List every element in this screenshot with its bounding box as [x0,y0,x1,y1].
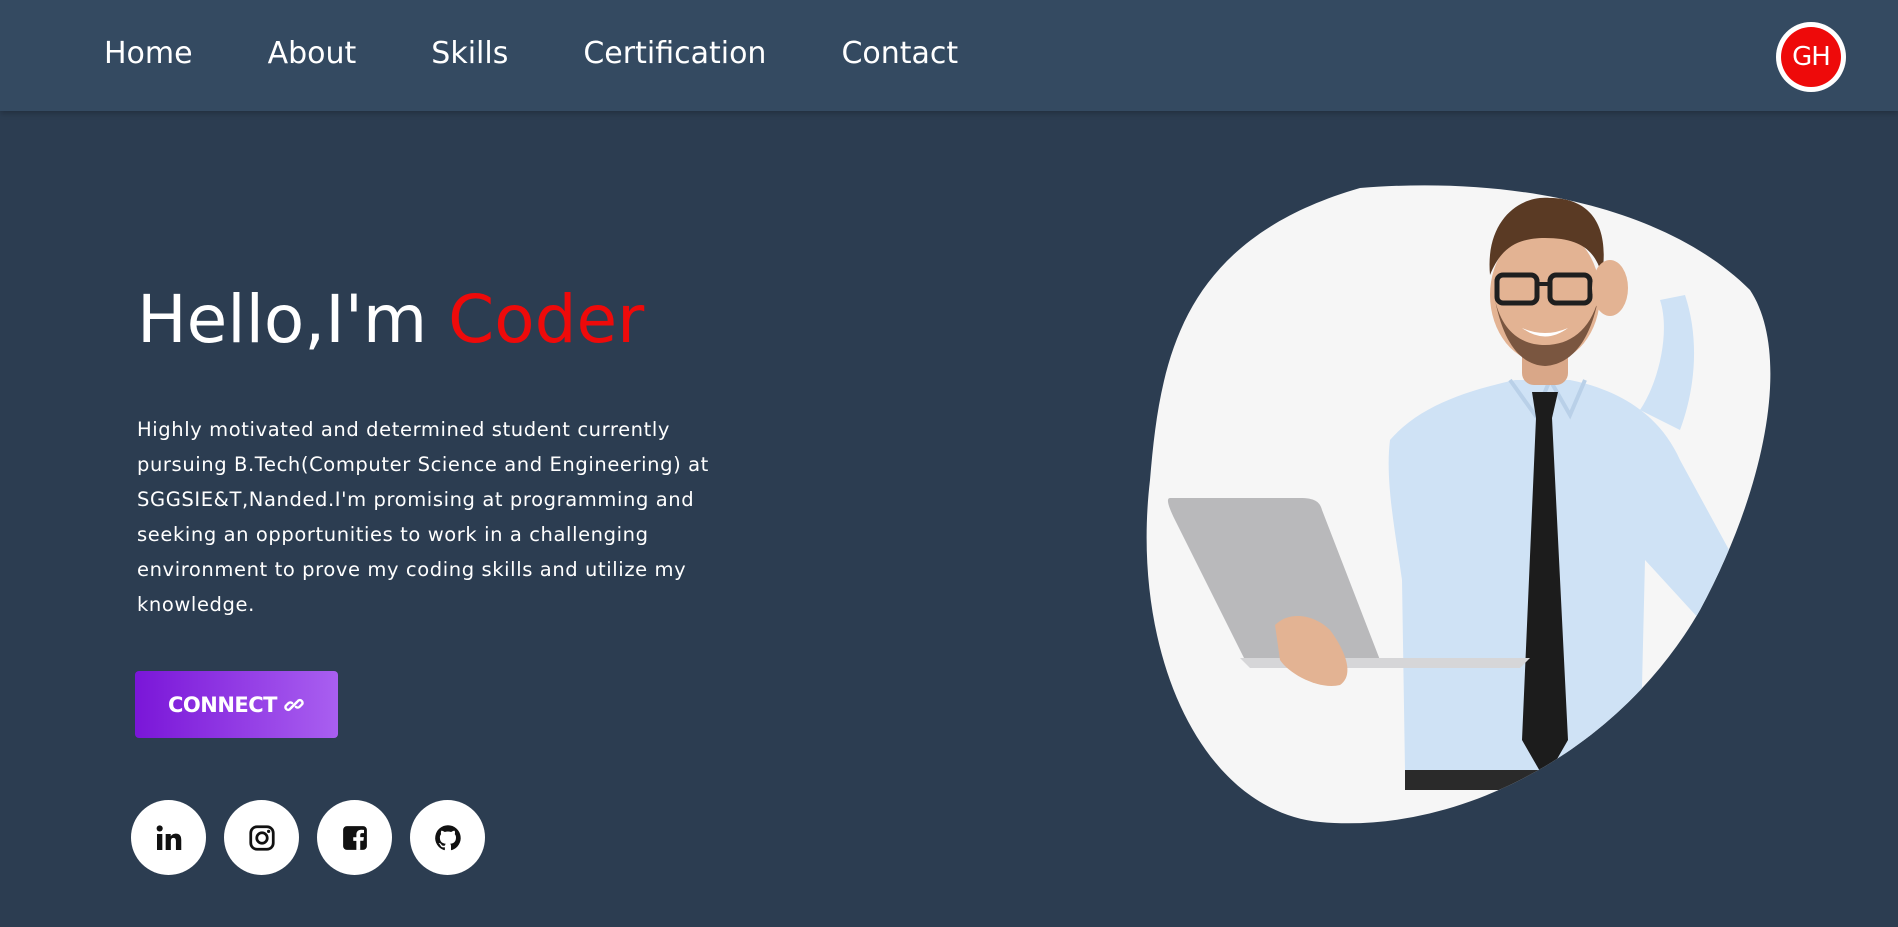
github-button[interactable] [410,800,485,875]
nav-link-certification[interactable]: Certification [583,34,766,74]
hero-title: Hello,I'm Coder [137,280,644,360]
instagram-button[interactable] [224,800,299,875]
navbar: Home About Skills Certification Contact … [0,0,1898,111]
profile-image [1146,185,1771,824]
logo-text: GH [1781,27,1841,87]
site-logo[interactable]: GH [1776,22,1846,92]
hero-highlight: Coder [448,281,645,358]
hero-greeting: Hello,I'm [137,281,428,358]
linkedin-icon [156,824,181,850]
hero-description: Highly motivated and determined student … [137,418,709,616]
connect-button-label: CONNECT [168,692,278,717]
nav-links: Home About Skills Certification Contact [104,34,1033,74]
link-icon [284,698,304,711]
nav-link-home[interactable]: Home [104,34,193,74]
nav-link-about[interactable]: About [268,34,357,74]
instagram-icon [248,824,275,851]
github-icon [434,824,461,850]
social-links [131,800,485,875]
connect-button[interactable]: CONNECT [135,671,338,738]
facebook-icon [342,825,367,850]
facebook-button[interactable] [317,800,392,875]
nav-link-skills[interactable]: Skills [431,34,508,74]
linkedin-button[interactable] [131,800,206,875]
nav-link-contact[interactable]: Contact [841,34,958,74]
